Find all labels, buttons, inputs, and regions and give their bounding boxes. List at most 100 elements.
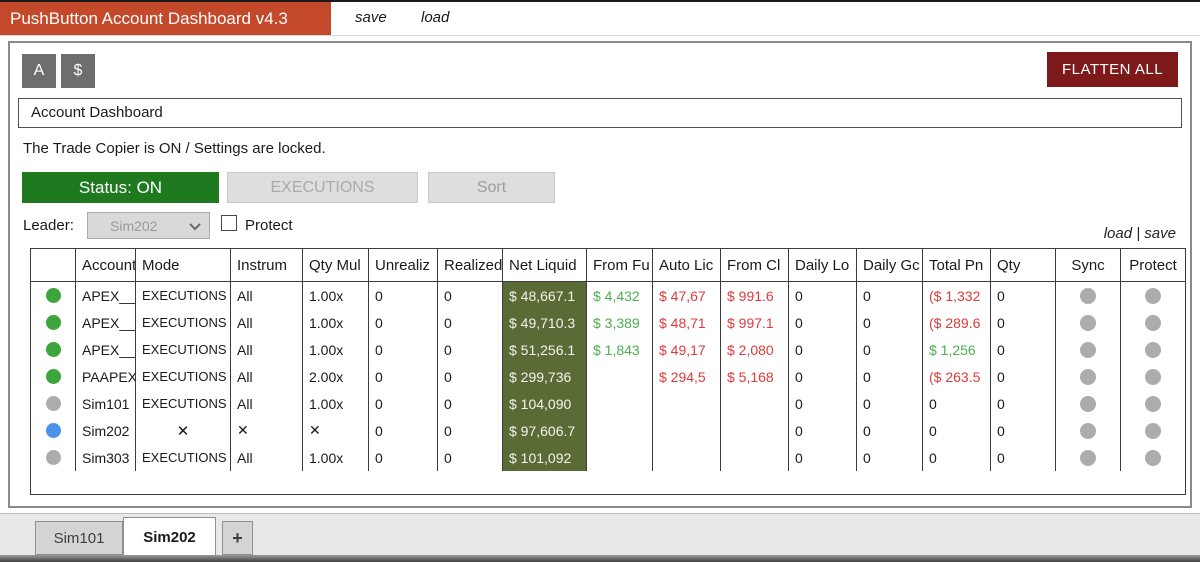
sort-button[interactable]: Sort [428,172,555,203]
cell-status [31,390,76,417]
sync-dot[interactable] [1080,396,1096,412]
cell-daily_lo: 0 [789,282,857,309]
status-dot[interactable] [46,369,61,384]
protect-dot[interactable] [1145,423,1161,439]
cell-daily_lo: 0 [789,309,857,336]
sync-dot[interactable] [1080,450,1096,466]
cell-from_cl: $ 997.1 [721,309,789,336]
cell-from_fu [587,390,653,417]
sync-dot[interactable] [1080,288,1096,304]
column-header: Daily Lo [789,249,857,281]
menu-save[interactable]: save [355,9,387,26]
title-bar: PushButton Account Dashboard v4.3 save l… [0,0,1200,36]
cell-qty: 0 [991,363,1056,390]
status-dot[interactable] [46,288,61,303]
cell-from_cl: $ 5,168 [721,363,789,390]
cell-daily_gc: 0 [857,282,923,309]
column-header: Sync [1056,249,1121,281]
sync-dot[interactable] [1080,342,1096,358]
protect-dot[interactable] [1145,369,1161,385]
cell-total_pn: 0 [923,390,991,417]
cell-from_fu: $ 1,843 [587,336,653,363]
cell-status [31,282,76,309]
column-header: From Cl [721,249,789,281]
cell-protect [1121,390,1185,417]
cell-realized: 0 [438,282,503,309]
cell-unrealized: 0 [369,417,438,444]
cell-instrument: All [231,309,303,336]
cell-auto_lic: $ 47,67 [653,282,721,309]
cell-daily_lo: 0 [789,444,857,471]
cell-mode: EXECUTIONS [136,282,231,309]
table-load-save-links[interactable]: load | save [1104,225,1176,242]
executions-button[interactable]: EXECUTIONS [227,172,418,203]
status-dot[interactable] [46,450,61,465]
cell-mode: EXECUTIONS [136,336,231,363]
leader-dropdown-value: Sim202 [110,218,157,234]
cell-unrealized: 0 [369,336,438,363]
cell-protect [1121,363,1185,390]
table-row: Sim202✕✕✕00$ 97,606.70000 [31,417,1185,444]
leader-dropdown[interactable]: Sim202 [87,212,210,239]
status-dot[interactable] [46,396,61,411]
cell-qty_mult: 1.00x [303,444,369,471]
flatten-all-button[interactable]: FLATTEN ALL [1047,52,1178,87]
cell-instrument: All [231,282,303,309]
cell-net_liquid: $ 97,606.7 [503,417,587,444]
column-header [31,249,76,281]
cell-auto_lic [653,444,721,471]
cell-from_fu: $ 3,389 [587,309,653,336]
status-dot[interactable] [46,342,61,357]
table-row: APEX__EXECUTIONSAll1.00x00$ 51,256.1$ 1,… [31,336,1185,363]
tab-sim202[interactable]: Sim202 [123,517,216,556]
protect-dot[interactable] [1145,288,1161,304]
cell-daily_gc: 0 [857,336,923,363]
status-dot[interactable] [46,315,61,330]
protect-dot[interactable] [1145,396,1161,412]
cell-net_liquid: $ 299,736 [503,363,587,390]
protect-checkbox-label: Protect [245,217,293,234]
tab-sim101[interactable]: Sim101 [35,521,123,555]
main-panel: A $ FLATTEN ALL Account Dashboard The Tr… [8,41,1192,508]
table-row: APEX__EXECUTIONSAll1.00x00$ 48,667.1$ 4,… [31,282,1185,309]
cell-qty_mult: ✕ [303,417,369,444]
protect-dot[interactable] [1145,342,1161,358]
cell-sync [1056,390,1121,417]
status-dot[interactable] [46,423,61,438]
sync-dot[interactable] [1080,423,1096,439]
cell-mode: EXECUTIONS [136,309,231,336]
sync-dot[interactable] [1080,315,1096,331]
cell-status [31,336,76,363]
cell-from_fu: $ 4,432 [587,282,653,309]
cell-unrealized: 0 [369,444,438,471]
cell-realized: 0 [438,309,503,336]
table-body: APEX__EXECUTIONSAll1.00x00$ 48,667.1$ 4,… [31,282,1185,471]
account-mode-button[interactable]: A [22,54,56,88]
cell-protect [1121,417,1185,444]
status-on-button[interactable]: Status: ON [22,172,219,203]
cell-realized: 0 [438,336,503,363]
cell-qty: 0 [991,282,1056,309]
copier-status-text: The Trade Copier is ON / Settings are lo… [23,140,326,157]
cell-auto_lic [653,417,721,444]
column-header: Total Pn [923,249,991,281]
menu-load[interactable]: load [421,9,449,26]
cell-qty: 0 [991,417,1056,444]
leader-label: Leader: [23,217,74,234]
cell-mode: ✕ [136,417,231,444]
dollar-mode-button[interactable]: $ [61,54,95,88]
protect-checkbox[interactable] [221,215,237,231]
bottom-tab-strip: Sim101Sim202+ [0,513,1200,555]
column-header: Account [76,249,136,281]
cell-from_fu [587,444,653,471]
column-header: Daily Gc [857,249,923,281]
cell-sync [1056,309,1121,336]
cell-net_liquid: $ 48,667.1 [503,282,587,309]
cell-auto_lic: $ 294,5 [653,363,721,390]
cell-net_liquid: $ 101,092 [503,444,587,471]
sync-dot[interactable] [1080,369,1096,385]
cell-account: Sim303 [76,444,136,471]
protect-dot[interactable] [1145,450,1161,466]
protect-dot[interactable] [1145,315,1161,331]
add-tab-button[interactable]: + [222,521,253,555]
